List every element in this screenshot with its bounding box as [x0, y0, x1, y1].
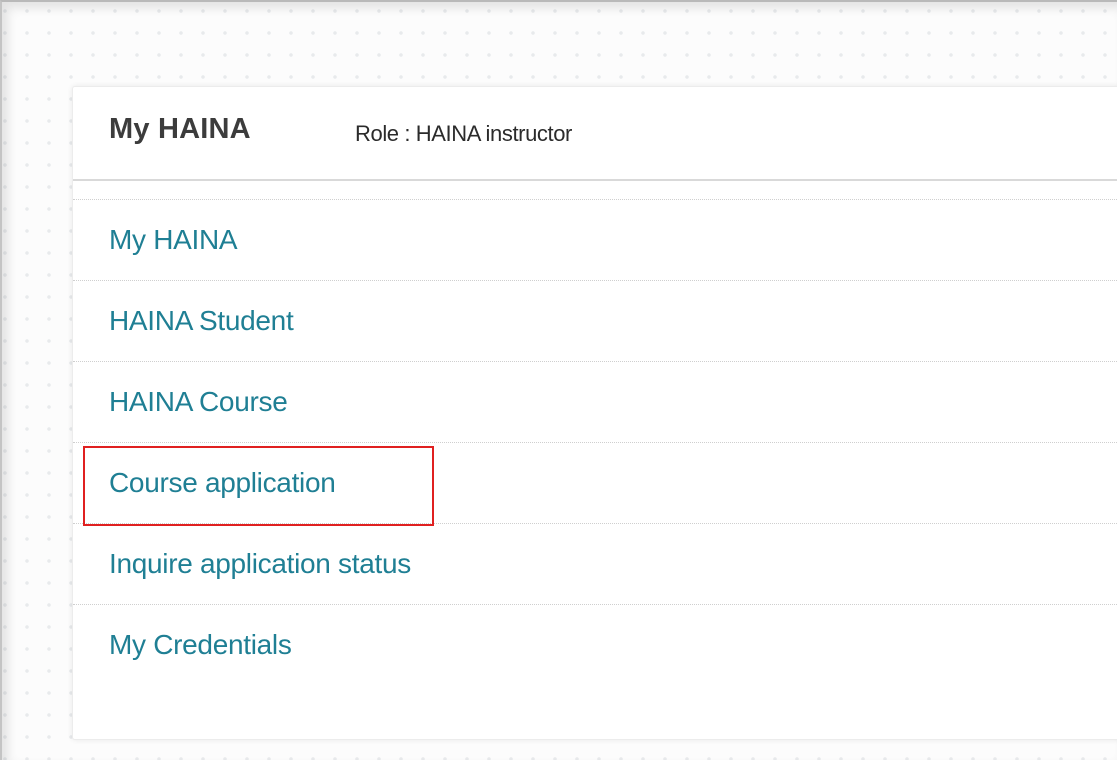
menu-item-my-credentials[interactable]: My Credentials	[73, 605, 1117, 686]
menu-link-my-haina[interactable]: My HAINA	[109, 224, 238, 256]
menu-link-my-credentials[interactable]: My Credentials	[109, 629, 292, 661]
role-label: Role : HAINA instructor	[355, 121, 572, 146]
my-haina-menu: My HAINA HAINA Student HAINA Course Cour…	[73, 199, 1117, 686]
menu-item-haina-course[interactable]: HAINA Course	[73, 362, 1117, 443]
menu-link-inquire-application-status[interactable]: Inquire application status	[109, 548, 411, 580]
my-haina-panel: My HAINA Role : HAINA instructor My HAIN…	[72, 86, 1117, 740]
panel-title: My HAINA	[109, 113, 251, 145]
menu-link-haina-student[interactable]: HAINA Student	[109, 305, 294, 337]
panel-header: My HAINA Role : HAINA instructor	[73, 87, 1117, 181]
menu-link-haina-course[interactable]: HAINA Course	[109, 386, 288, 418]
menu-item-course-application[interactable]: Course application	[73, 443, 1117, 524]
screenshot-frame: My HAINA Role : HAINA instructor My HAIN…	[0, 0, 1117, 760]
menu-link-course-application[interactable]: Course application	[109, 467, 336, 499]
menu-item-haina-student[interactable]: HAINA Student	[73, 281, 1117, 362]
menu-item-inquire-application-status[interactable]: Inquire application status	[73, 524, 1117, 605]
menu-item-my-haina[interactable]: My HAINA	[73, 200, 1117, 281]
